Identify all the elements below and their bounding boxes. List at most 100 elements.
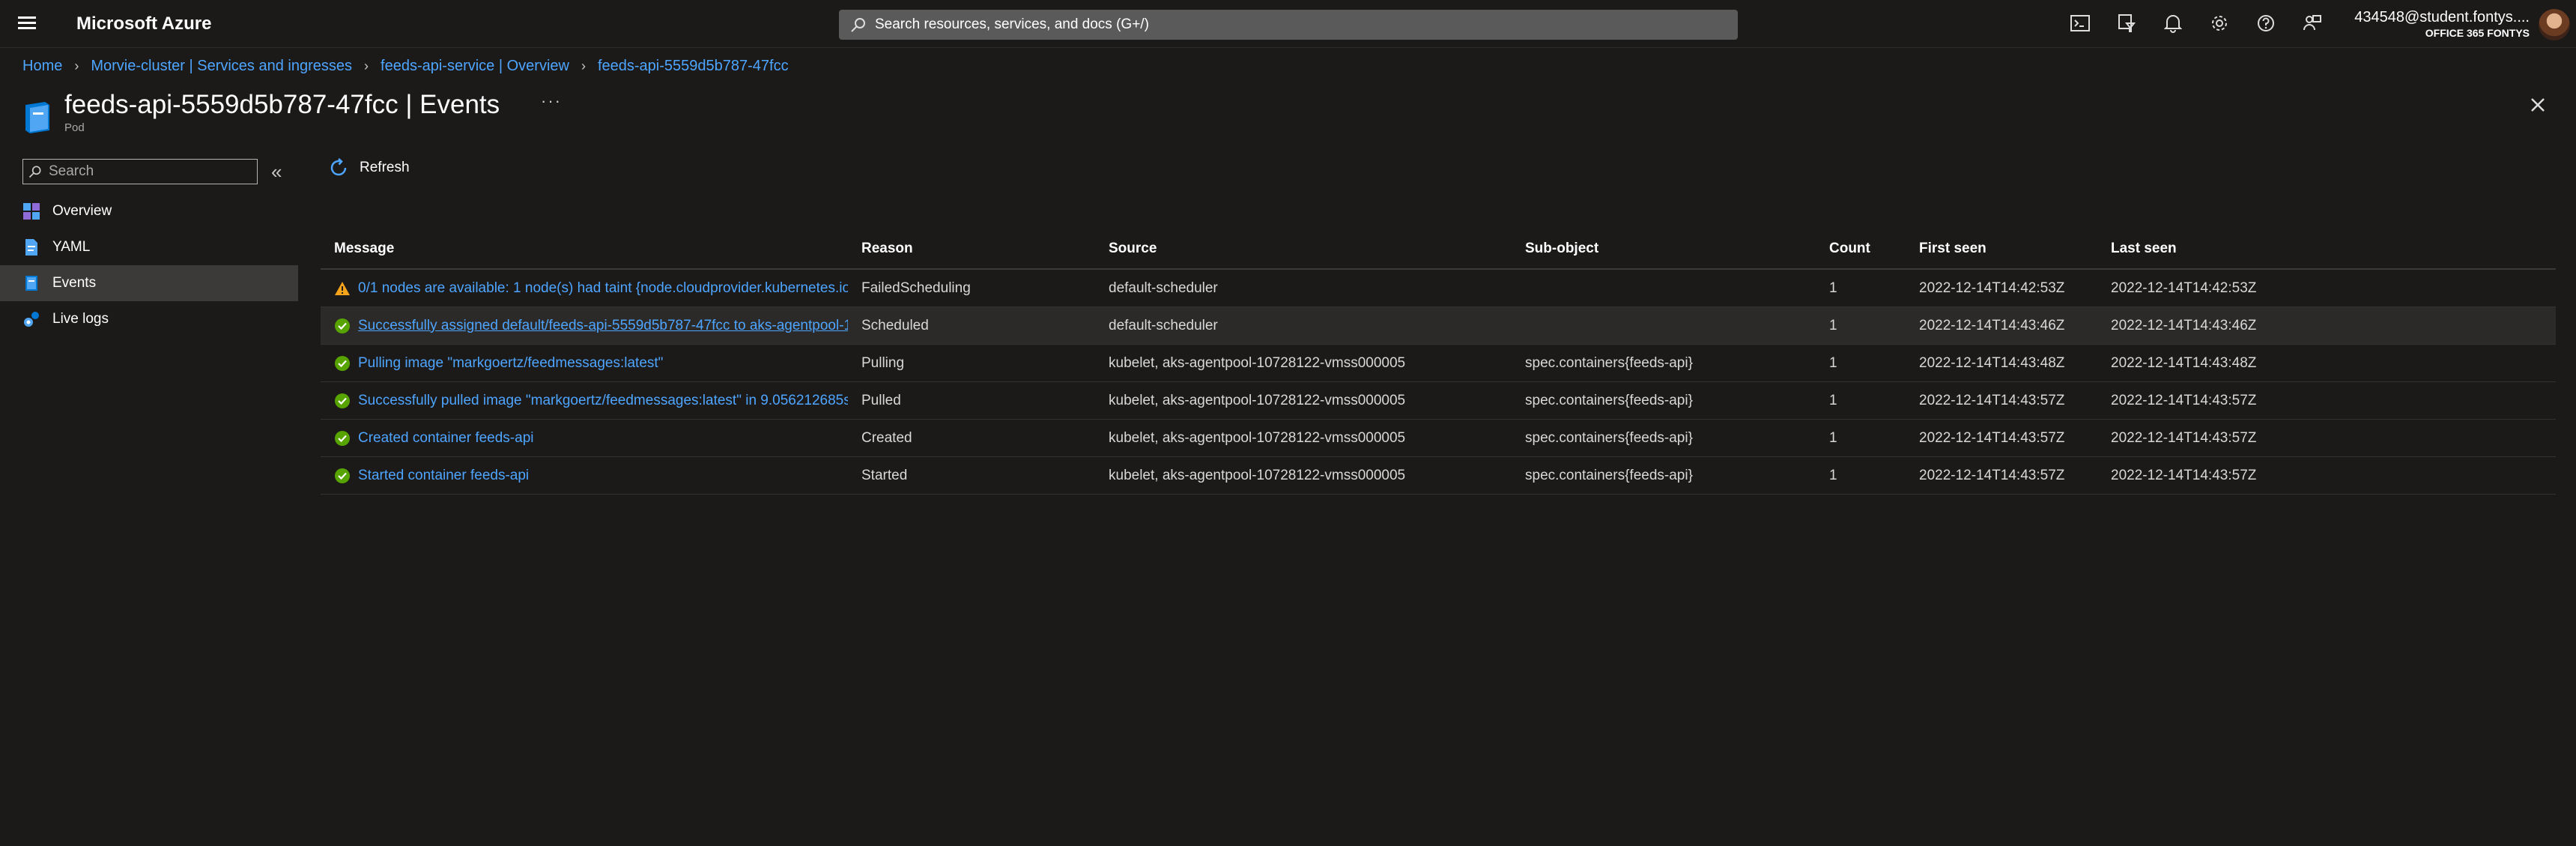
event-count: 1 [1829,392,1837,408]
events-table: Message Reason Source Sub-object Count F… [321,229,2556,495]
sidebar-item-overview[interactable]: Overview [0,193,298,229]
event-first-seen: 2022-12-14T14:43:57Z [1919,467,2065,483]
event-subobject: spec.containers{feeds-api} [1525,392,1693,408]
breadcrumb: Home › Morvie-cluster | Services and ing… [22,58,789,75]
cloud-shell-icon[interactable] [2069,10,2091,36]
column-header-last-seen[interactable]: Last seen [2097,241,2397,257]
yaml-file-icon [25,239,37,256]
event-source: default-scheduler [1109,317,1218,333]
notifications-bell-icon[interactable] [2162,10,2184,36]
refresh-label: Refresh [360,160,410,175]
close-icon[interactable] [2526,93,2550,117]
event-last-seen: 2022-12-14T14:42:53Z [2111,280,2257,296]
success-check-icon [335,318,350,333]
collapse-sidebar-icon[interactable]: « [271,160,282,184]
event-source: kubelet, aks-agentpool-10728122-vmss0000… [1109,392,1406,408]
sidebar-nav: Overview YAML Events Live logs [0,193,298,337]
event-subobject: spec.containers{feeds-api} [1525,354,1693,371]
event-last-seen: 2022-12-14T14:43:48Z [2111,354,2257,371]
event-source: kubelet, aks-agentpool-10728122-vmss0000… [1109,429,1406,446]
search-placeholder: Search resources, services, and docs (G+… [875,16,1149,32]
column-header-message[interactable]: Message [321,241,848,257]
table-header: Message Reason Source Sub-object Count F… [321,229,2556,270]
event-reason: Created [861,429,912,446]
table-row[interactable]: Successfully assigned default/feeds-api-… [321,307,2556,345]
table-row[interactable]: Created container feeds-api Created kube… [321,420,2556,457]
directory-filter-icon[interactable] [2115,10,2138,36]
more-options-button[interactable]: ··· [541,91,562,111]
breadcrumb-home[interactable]: Home [22,58,62,75]
event-reason: Scheduled [861,317,929,333]
chevron-right-icon: › [581,58,586,73]
event-reason: Started [861,467,908,483]
sidebar-search-placeholder: Search [49,163,94,179]
hamburger-menu-icon[interactable] [16,13,37,34]
refresh-button[interactable]: Refresh [328,157,410,178]
table-row[interactable]: Successfully pulled image "markgoertz/fe… [321,382,2556,420]
column-header-reason[interactable]: Reason [848,241,1095,257]
account-info[interactable]: 434548@student.fontys.... OFFICE 365 FON… [2354,9,2530,39]
account-org: OFFICE 365 FONTYS [2425,27,2530,39]
event-source: default-scheduler [1109,280,1218,296]
column-header-source[interactable]: Source [1095,241,1512,257]
column-header-subobject[interactable]: Sub-object [1512,241,1816,257]
settings-gear-icon[interactable] [2208,10,2231,36]
success-check-icon [335,355,350,371]
pod-icon [25,102,49,133]
table-row[interactable]: 0/1 nodes are available: 1 node(s) had t… [321,270,2556,307]
breadcrumb-pod[interactable]: feeds-api-5559d5b787-47fcc [598,58,789,75]
event-message-link[interactable]: Pulling image "markgoertz/feedmessages:l… [358,355,848,372]
sidebar-item-yaml[interactable]: YAML [0,229,298,265]
sidebar-item-label: Overview [52,203,112,219]
chevron-right-icon: › [364,58,369,73]
event-last-seen: 2022-12-14T14:43:57Z [2111,429,2257,446]
overview-grid-icon [23,203,40,220]
refresh-icon [330,158,347,176]
event-count: 1 [1829,354,1837,371]
chevron-right-icon: › [74,58,79,73]
avatar[interactable] [2539,9,2570,40]
search-icon [851,18,865,32]
event-reason: Pulled [861,392,901,408]
search-icon [28,166,41,178]
table-row[interactable]: Started container feeds-api Started kube… [321,457,2556,495]
sidebar-item-live-logs[interactable]: Live logs [0,301,298,337]
event-subobject: spec.containers{feeds-api} [1525,429,1693,446]
event-reason: Pulling [861,354,905,371]
table-row[interactable]: Pulling image "markgoertz/feedmessages:l… [321,345,2556,382]
events-icon [25,276,37,291]
event-last-seen: 2022-12-14T14:43:57Z [2111,392,2257,408]
event-count: 1 [1829,280,1837,296]
event-count: 1 [1829,429,1837,446]
sidebar-item-label: Live logs [52,311,109,327]
event-source: kubelet, aks-agentpool-10728122-vmss0000… [1109,354,1406,371]
breadcrumb-service[interactable]: feeds-api-service | Overview [381,58,569,75]
event-message-link[interactable]: 0/1 nodes are available: 1 node(s) had t… [358,280,848,297]
sidebar-search-input[interactable]: Search [22,159,258,184]
column-header-count[interactable]: Count [1816,241,1906,257]
sidebar-item-label: Events [52,275,97,291]
column-header-first-seen[interactable]: First seen [1906,241,2097,257]
sidebar-item-label: YAML [52,239,91,255]
sidebar-item-events[interactable]: Events [0,265,298,301]
breadcrumb-cluster[interactable]: Morvie-cluster | Services and ingresses [91,58,352,75]
top-bar: Microsoft Azure Search resources, servic… [0,0,2576,48]
event-first-seen: 2022-12-14T14:43:46Z [1919,317,2065,333]
event-message-link[interactable]: Successfully pulled image "markgoertz/fe… [358,393,848,409]
page-title: feeds-api-5559d5b787-47fcc | Events [64,90,500,119]
event-message-link[interactable]: Created container feeds-api [358,430,848,447]
help-icon[interactable] [2255,10,2277,36]
page-header: feeds-api-5559d5b787-47fcc | Events Pod [22,85,500,134]
event-first-seen: 2022-12-14T14:43:57Z [1919,392,2065,408]
success-check-icon [335,468,350,483]
success-check-icon [335,393,350,408]
event-subobject: spec.containers{feeds-api} [1525,467,1693,483]
global-search-input[interactable]: Search resources, services, and docs (G+… [839,10,1738,40]
event-first-seen: 2022-12-14T14:42:53Z [1919,280,2065,296]
event-message-link[interactable]: Successfully assigned default/feeds-api-… [358,318,848,334]
account-email: 434548@student.fontys.... [2354,9,2530,25]
event-message-link[interactable]: Started container feeds-api [358,468,848,484]
live-logs-icon [24,312,39,327]
brand-title[interactable]: Microsoft Azure [76,13,211,34]
feedback-icon[interactable] [2301,10,2324,36]
